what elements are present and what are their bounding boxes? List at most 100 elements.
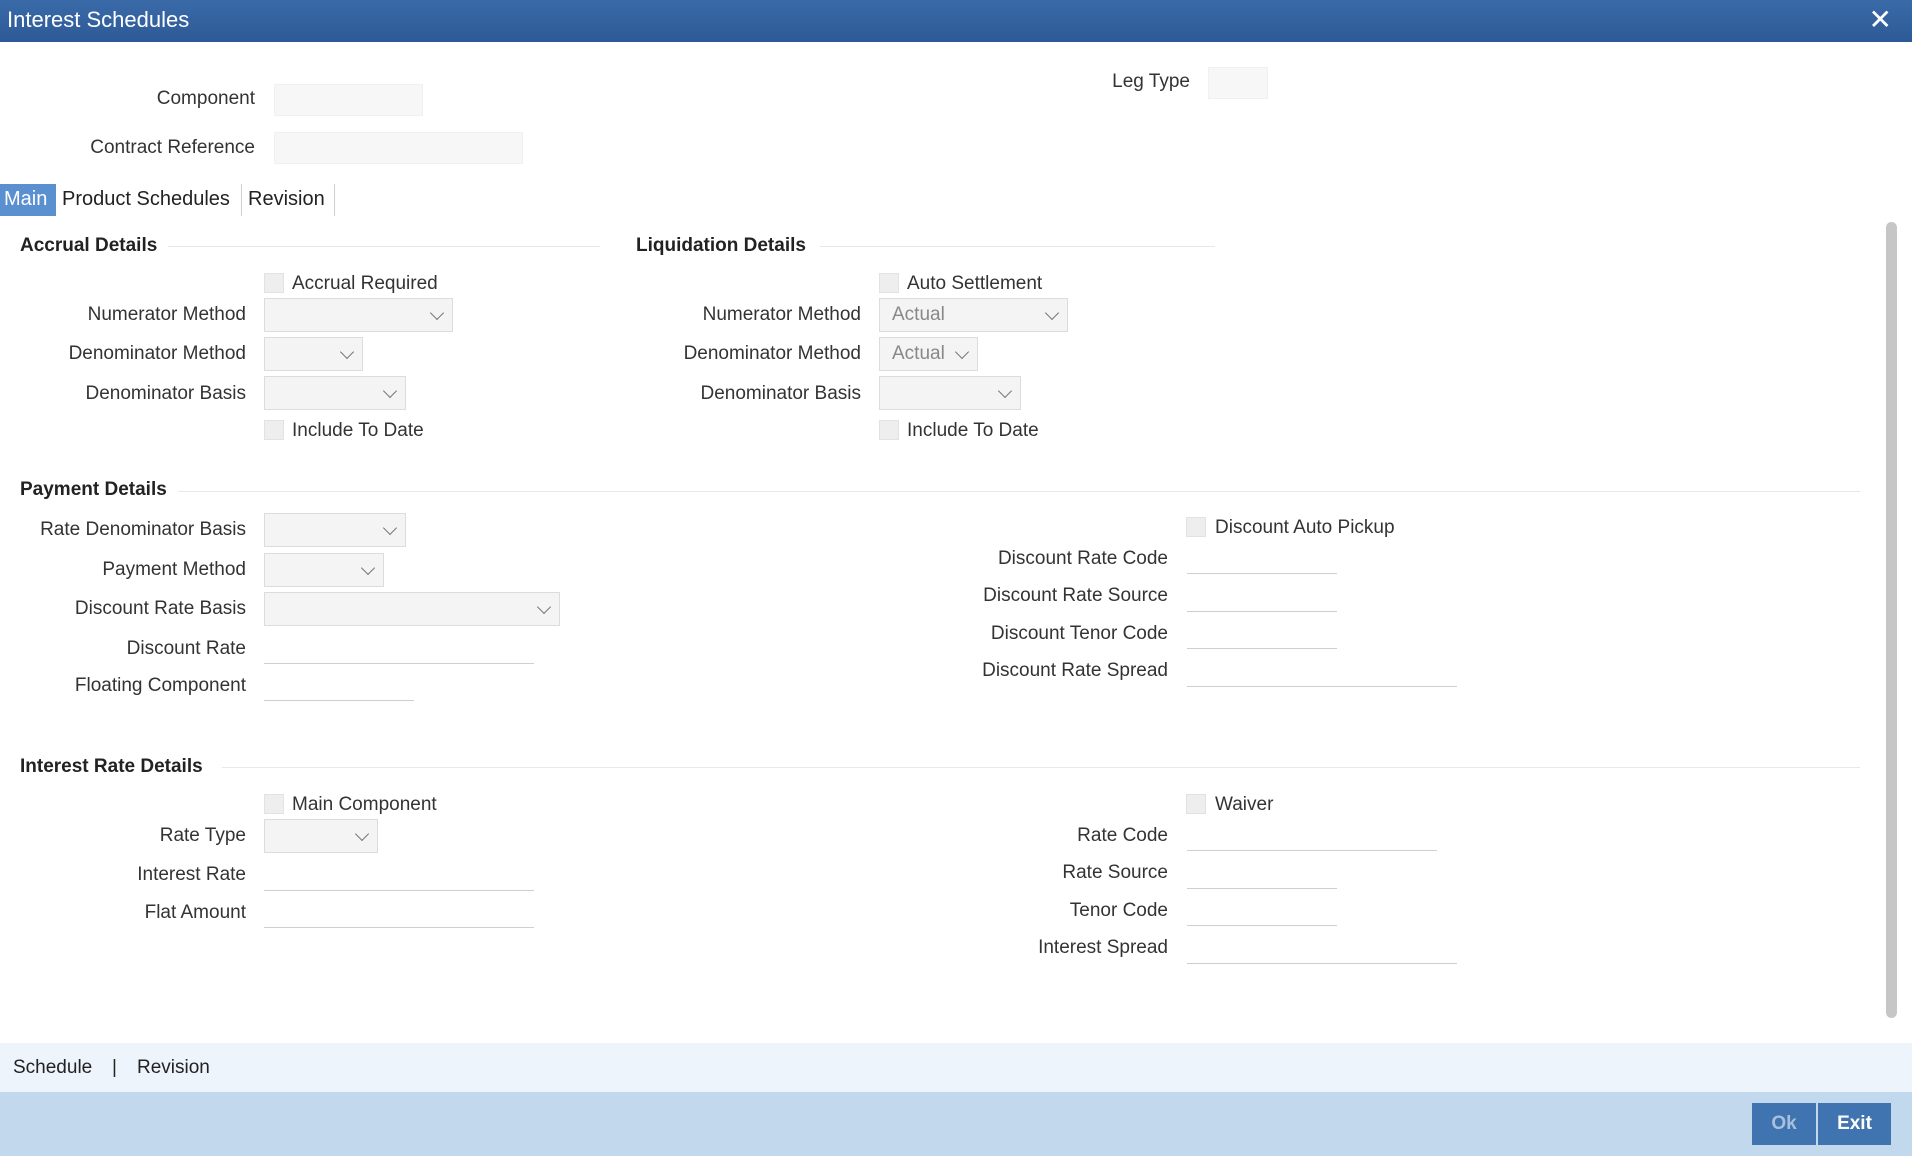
accrual-required-checkbox[interactable]: [264, 273, 284, 293]
accrual-required-label: Accrual Required: [292, 273, 438, 294]
payment-details-heading: Payment Details: [20, 479, 167, 500]
waiver-label: Waiver: [1215, 794, 1274, 815]
accrual-details-heading: Accrual Details: [20, 235, 158, 256]
interest-spread-label: Interest Spread: [1038, 937, 1168, 958]
discount-tenor-code-label: Discount Tenor Code: [990, 623, 1168, 644]
rate-code-input[interactable]: [1187, 850, 1437, 851]
flat-amount-label: Flat Amount: [144, 902, 246, 923]
chevron-down-icon: [997, 383, 1013, 399]
close-icon[interactable]: ✕: [1869, 6, 1892, 34]
chevron-down-icon: [954, 344, 970, 360]
waiver-checkbox[interactable]: [1186, 794, 1206, 814]
discount-rate-basis-label: Discount Rate Basis: [74, 598, 246, 619]
payment-method-select[interactable]: [264, 553, 384, 587]
liquidation-details-heading: Liquidation Details: [636, 235, 806, 256]
discount-rate-basis-select[interactable]: [264, 592, 560, 626]
rate-denominator-basis-select[interactable]: [264, 513, 406, 547]
footer-separator: |: [112, 1057, 117, 1078]
discount-auto-pickup-label: Discount Auto Pickup: [1215, 517, 1395, 538]
contract-reference-field[interactable]: [274, 132, 523, 164]
accrual-include-to-date-checkbox[interactable]: [264, 420, 284, 440]
interest-rate-input[interactable]: [264, 890, 534, 891]
chevron-down-icon: [339, 344, 355, 360]
discount-rate-source-input[interactable]: [1187, 611, 1337, 612]
liq-numerator-method-label: Numerator Method: [702, 304, 861, 325]
button-bar: [0, 1092, 1912, 1156]
liq-denominator-method-select[interactable]: Actual: [879, 337, 978, 371]
rate-source-input[interactable]: [1187, 888, 1337, 889]
denominator-basis-select[interactable]: [264, 376, 406, 410]
component-label: Component: [156, 88, 255, 109]
tenor-code-input[interactable]: [1187, 925, 1337, 926]
numerator-method-value: Actual: [892, 304, 945, 325]
discount-tenor-code-input[interactable]: [1187, 648, 1337, 649]
rate-type-label: Rate Type: [159, 825, 246, 846]
flat-amount-input[interactable]: [264, 927, 534, 928]
auto-settlement-checkbox[interactable]: [879, 273, 899, 293]
rate-denominator-basis-label: Rate Denominator Basis: [40, 519, 246, 540]
liq-include-to-date-checkbox[interactable]: [879, 420, 899, 440]
rate-type-select[interactable]: [264, 819, 378, 853]
denominator-method-select[interactable]: [264, 337, 363, 371]
chevron-down-icon: [1044, 305, 1060, 321]
tab-product-schedules[interactable]: Product Schedules: [58, 184, 236, 216]
chevron-down-icon: [536, 599, 552, 615]
tab-main[interactable]: Main: [0, 184, 56, 216]
denominator-basis-label: Denominator Basis: [85, 383, 246, 404]
section-divider: [820, 246, 1215, 247]
section-divider: [168, 246, 600, 247]
exit-button[interactable]: Exit: [1818, 1103, 1891, 1145]
window-title: Interest Schedules: [7, 7, 190, 32]
main-component-checkbox[interactable]: [264, 794, 284, 814]
liq-denominator-method-label: Denominator Method: [683, 343, 861, 364]
include-to-date-label: Include To Date: [292, 420, 424, 441]
liq-denominator-basis-select[interactable]: [879, 376, 1021, 410]
footer-links: Schedule | Revision: [0, 1043, 1912, 1092]
denominator-method-value: Actual: [892, 343, 945, 364]
floating-component-label: Floating Component: [74, 675, 246, 696]
interest-spread-input[interactable]: [1187, 963, 1457, 964]
discount-rate-input[interactable]: [264, 663, 534, 664]
discount-rate-code-label: Discount Rate Code: [997, 548, 1168, 569]
rate-code-label: Rate Code: [1077, 825, 1168, 846]
ok-button[interactable]: Ok: [1752, 1103, 1816, 1145]
liq-numerator-method-select[interactable]: Actual: [879, 298, 1068, 332]
section-divider: [178, 491, 1860, 492]
tenor-code-label: Tenor Code: [1069, 900, 1168, 921]
discount-rate-source-label: Discount Rate Source: [983, 585, 1168, 606]
floating-component-input[interactable]: [264, 700, 414, 701]
discount-rate-spread-label: Discount Rate Spread: [982, 660, 1168, 681]
title-bar: Interest Schedules ✕: [0, 0, 1912, 42]
numerator-method-select[interactable]: [264, 298, 453, 332]
tab-separator: [334, 184, 335, 216]
chevron-down-icon: [382, 383, 398, 399]
liq-denominator-basis-label: Denominator Basis: [700, 383, 861, 404]
tab-revision[interactable]: Revision: [244, 184, 331, 216]
schedule-link[interactable]: Schedule: [13, 1057, 92, 1079]
payment-method-label: Payment Method: [102, 559, 246, 580]
main-component-label: Main Component: [292, 794, 437, 815]
section-divider: [222, 767, 1860, 768]
chevron-down-icon: [360, 560, 376, 576]
discount-rate-code-input[interactable]: [1187, 573, 1337, 574]
liq-include-to-date-label: Include To Date: [907, 420, 1039, 441]
interest-rate-label: Interest Rate: [137, 864, 246, 885]
leg-type-label: Leg Type: [1112, 71, 1190, 92]
discount-auto-pickup-checkbox[interactable]: [1186, 517, 1206, 537]
scrollbar-thumb[interactable]: [1886, 222, 1897, 1018]
rate-source-label: Rate Source: [1062, 862, 1168, 883]
chevron-down-icon: [382, 520, 398, 536]
discount-rate-label: Discount Rate: [126, 638, 246, 659]
tab-separator: [241, 184, 242, 216]
revision-link[interactable]: Revision: [137, 1057, 210, 1079]
auto-settlement-label: Auto Settlement: [907, 273, 1043, 294]
denominator-method-label: Denominator Method: [68, 343, 246, 364]
chevron-down-icon: [429, 305, 445, 321]
interest-rate-details-heading: Interest Rate Details: [20, 756, 203, 777]
chevron-down-icon: [354, 826, 370, 842]
component-field[interactable]: [274, 84, 423, 116]
numerator-method-label: Numerator Method: [87, 304, 246, 325]
leg-type-field[interactable]: [1208, 67, 1268, 99]
discount-rate-spread-input[interactable]: [1187, 686, 1457, 687]
contract-reference-label: Contract Reference: [90, 137, 255, 158]
